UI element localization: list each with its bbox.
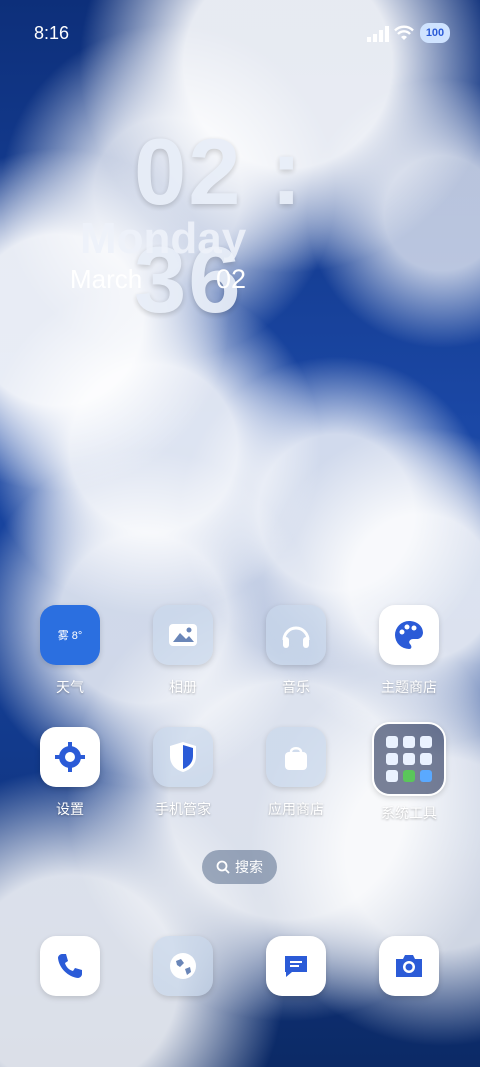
app-phone-manager[interactable]: 手机管家	[135, 727, 231, 819]
dock-browser[interactable]	[153, 936, 213, 996]
weather-icon: 雾 8°	[40, 605, 100, 665]
gear-icon	[40, 727, 100, 787]
app-label: 手机管家	[155, 801, 211, 817]
search-icon	[216, 860, 230, 874]
app-theme-store[interactable]: 主题商店	[361, 605, 457, 697]
app-label: 系统工具	[381, 805, 437, 821]
clock-weekday: Monday	[80, 214, 247, 263]
clock-month: March	[70, 264, 143, 294]
phone-icon	[40, 936, 100, 996]
app-label: 应用商店	[268, 801, 324, 817]
weather-icon-text: 雾 8°	[57, 630, 83, 642]
shopping-bag-icon	[266, 727, 326, 787]
folder-icon	[372, 722, 446, 796]
app-label: 主题商店	[381, 679, 437, 695]
wifi-icon	[394, 25, 414, 40]
camera-icon	[379, 936, 439, 996]
clock-time[interactable]: 02 : 36	[134, 118, 424, 332]
shield-icon	[153, 727, 213, 787]
app-label: 天气	[56, 679, 84, 695]
message-icon	[266, 936, 326, 996]
dock-camera[interactable]	[379, 936, 439, 996]
status-bar: 8:16 100	[0, 0, 480, 68]
search-button[interactable]: 搜索	[202, 850, 277, 884]
app-app-store[interactable]: 应用商店	[248, 727, 344, 819]
globe-icon	[153, 936, 213, 996]
app-label: 音乐	[282, 679, 310, 695]
clock-day: 02	[216, 264, 247, 294]
battery-indicator: 100	[420, 23, 450, 43]
app-weather[interactable]: 雾 8° 天气	[22, 605, 118, 697]
app-music[interactable]: 音乐	[248, 605, 344, 697]
app-settings[interactable]: 设置	[22, 727, 118, 819]
palette-icon	[379, 605, 439, 665]
headphones-icon	[266, 605, 326, 665]
dock-messages[interactable]	[266, 936, 326, 996]
app-gallery[interactable]: 相册	[135, 605, 231, 697]
search-label: 搜索	[235, 859, 263, 875]
status-time: 8:16	[34, 23, 70, 43]
app-label: 设置	[56, 801, 84, 817]
dock-phone[interactable]	[40, 936, 100, 996]
folder-system-tools[interactable]: 系统工具	[361, 722, 457, 823]
app-label: 相册	[169, 679, 197, 695]
gallery-icon	[153, 605, 213, 665]
signal-icon	[367, 26, 389, 42]
